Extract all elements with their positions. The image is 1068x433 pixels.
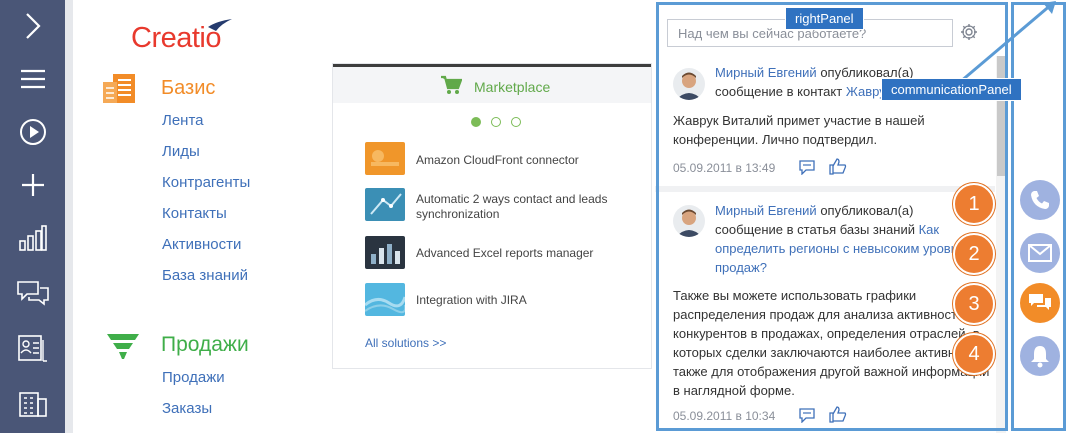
nav-gutter [65,0,73,433]
section-title-sales[interactable]: Продажи [161,333,249,357]
solution-name[interactable]: Advanced Excel reports manager [416,246,646,261]
callout-number-2: 2 [953,233,995,275]
sync-thumb[interactable] [365,188,405,221]
solution-name[interactable]: Automatic 2 ways contact and leads synch… [416,192,646,222]
callout-number-1: 1 [953,183,995,225]
contact-card-icon[interactable] [0,328,65,368]
main-area: Creatio Базис Лента Лиды Контрагенты Кон… [73,0,653,433]
right-panel-label: rightPanel [785,7,864,30]
carousel-dot-1[interactable] [471,117,481,127]
marketplace-widget: Marketplace Amazon CloudFront connector … [332,63,652,369]
solution-name[interactable]: Amazon CloudFront connector [416,153,646,168]
building-icon[interactable] [0,383,65,423]
callout-number-4: 4 [953,333,995,375]
chevron-right-icon[interactable] [0,6,65,46]
excel-reports-thumb[interactable] [365,236,405,269]
annotation-arrow [959,1,1056,84]
basis-icon [101,72,141,111]
plus-icon[interactable] [0,165,65,205]
communication-panel-label: communicationPanel [881,78,1022,101]
all-solutions-link[interactable]: All solutions >> [365,336,446,350]
link-feed[interactable]: Лента [162,112,204,129]
play-icon[interactable] [0,112,65,152]
cart-icon [441,75,462,94]
section-title-basis[interactable]: Базис [161,77,215,100]
marketplace-title[interactable]: Marketplace [474,79,550,95]
sales-funnel-icon [106,332,140,365]
carousel-dot-2[interactable] [491,117,501,127]
bar-chart-icon[interactable] [0,218,65,258]
chat-icon[interactable] [0,273,65,313]
link-leads[interactable]: Лиды [162,143,200,160]
link-opportunities[interactable]: Продажи [162,369,225,386]
left-nav [0,0,65,433]
creatio-logo[interactable]: Creatio [131,18,241,58]
link-accounts[interactable]: Контрагенты [162,174,250,191]
solution-name[interactable]: Integration with JIRA [416,293,646,308]
carousel-dot-3[interactable] [511,117,521,127]
link-contacts[interactable]: Контакты [162,205,227,222]
callout-number-3: 3 [953,283,995,325]
menu-icon[interactable] [0,59,65,99]
jira-thumb[interactable] [364,283,407,316]
marketplace-header: Marketplace [333,67,651,103]
link-knowledge-base[interactable]: База знаний [162,267,248,284]
link-activities[interactable]: Активности [162,236,241,253]
link-orders[interactable]: Заказы [162,400,212,417]
amazon-cloudfront-thumb[interactable] [365,142,405,175]
